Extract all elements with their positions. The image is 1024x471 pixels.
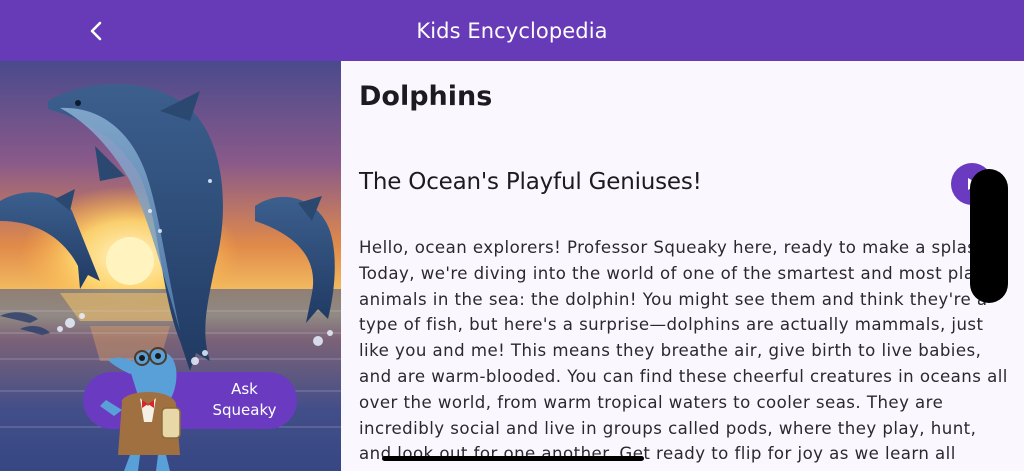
section-heading: The Ocean's Playful Geniuses! — [359, 169, 702, 195]
app-header: Kids Encyclopedia — [0, 0, 1024, 61]
article-panel: Dolphins The Ocean's Playful Geniuses! H… — [341, 61, 1024, 471]
ask-squeaky-button[interactable] — [83, 372, 297, 429]
home-indicator[interactable] — [382, 456, 644, 461]
scrollbar-thumb[interactable] — [970, 169, 1008, 303]
article-body: Hello, ocean explorers! Professor Squeak… — [359, 238, 1008, 471]
article-title: Dolphins — [359, 81, 493, 112]
page-title: Kids Encyclopedia — [416, 18, 608, 43]
chevron-left-icon — [90, 21, 102, 41]
back-button[interactable] — [80, 14, 114, 48]
